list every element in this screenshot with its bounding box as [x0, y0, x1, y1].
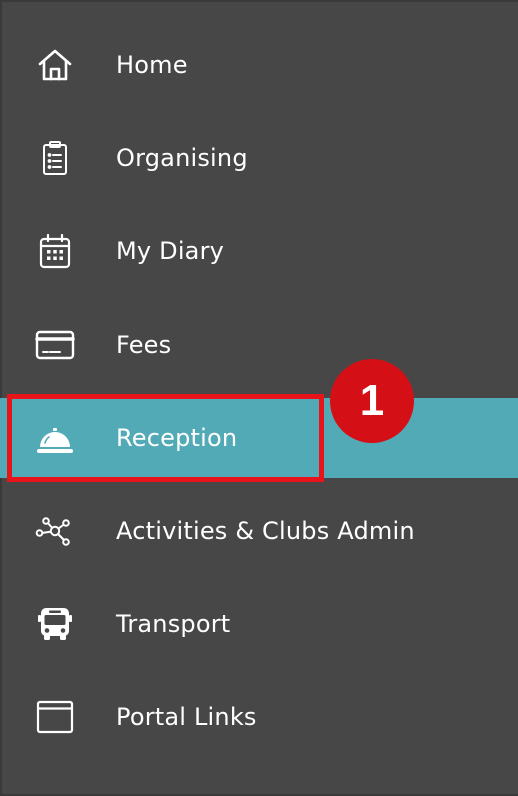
nav-item-label: Portal Links — [116, 703, 257, 731]
browser-window-icon — [35, 697, 75, 737]
top-border — [0, 0, 518, 2]
sidebar-nav: Home Organising My Diary Fees Reception … — [0, 0, 518, 796]
nav-item-portal-links[interactable]: Portal Links — [0, 677, 518, 757]
nav-item-fees[interactable]: Fees — [0, 305, 518, 385]
nav-item-organising[interactable]: Organising — [0, 118, 518, 198]
credit-card-icon — [35, 325, 75, 365]
nav-item-label: My Diary — [116, 237, 225, 265]
clipboard-list-icon — [35, 138, 75, 178]
nav-item-my-diary[interactable]: My Diary — [0, 211, 518, 291]
network-nodes-icon — [35, 511, 75, 551]
calendar-icon — [35, 231, 75, 271]
nav-item-activities-clubs-admin[interactable]: Activities & Clubs Admin — [0, 491, 518, 571]
bus-icon — [35, 604, 75, 644]
nav-item-home[interactable]: Home — [0, 25, 518, 105]
nav-item-label: Home — [116, 51, 188, 79]
highlight-box — [7, 394, 324, 482]
nav-item-label: Transport — [116, 610, 231, 638]
nav-item-transport[interactable]: Transport — [0, 584, 518, 664]
nav-item-label: Organising — [116, 144, 248, 172]
home-icon — [35, 45, 75, 85]
step-badge: 1 — [330, 359, 414, 443]
nav-item-label: Fees — [116, 331, 172, 359]
nav-item-label: Activities & Clubs Admin — [116, 517, 415, 545]
